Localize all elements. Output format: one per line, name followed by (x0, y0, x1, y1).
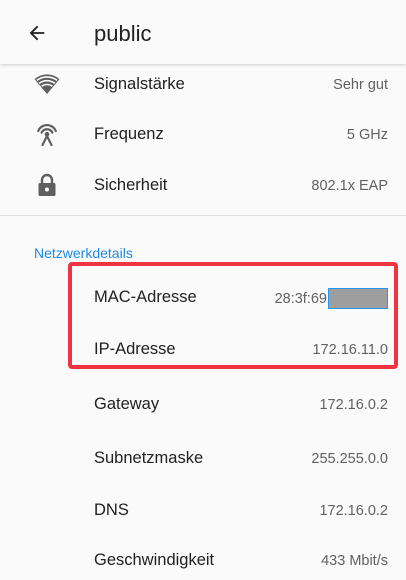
mac-address-text: 28:3f:69 (274, 290, 327, 307)
details-list[interactable]: Signalstärke Sehr gut Frequenz 5 GHz Sic… (0, 64, 406, 580)
signal-strength-row: Signalstärke Sehr gut (0, 65, 406, 105)
security-label: Sicherheit (94, 176, 168, 194)
link-speed-value: 433 Mbit/s (321, 553, 388, 569)
gateway-row: Gateway 172.16.0.2 (0, 385, 406, 425)
frequency-row: Frequenz 5 GHz (0, 115, 406, 155)
gateway-label: Gateway (94, 395, 160, 413)
ip-address-label: IP-Adresse (94, 340, 176, 358)
gateway-value: 172.16.0.2 (319, 397, 388, 413)
frequency-label: Frequenz (94, 125, 164, 143)
redaction-box (328, 288, 388, 309)
arrow-back-icon (29, 25, 45, 41)
signal-strength-value: Sehr gut (333, 77, 388, 93)
dns-row: DNS 172.16.0.2 (0, 491, 406, 531)
app-bar: public (0, 0, 406, 64)
subnet-mask-label: Subnetzmaske (94, 449, 204, 467)
page-title: public (94, 21, 152, 46)
link-speed-row: Geschwindigkeit 433 Mbit/s (0, 541, 406, 580)
frequency-value: 5 GHz (346, 127, 388, 143)
network-details-header: Netzwerkdetails (34, 245, 133, 261)
security-value: 802.1x EAP (311, 178, 388, 194)
lock-icon (34, 172, 60, 198)
link-speed-label: Geschwindigkeit (94, 551, 215, 569)
section-divider (0, 215, 406, 216)
subnet-mask-value: 255.255.0.0 (311, 451, 388, 467)
ip-address-value: 172.16.11.0 (312, 342, 388, 358)
mac-address-label: MAC-Adresse (94, 288, 197, 306)
wifi-signal-icon (34, 71, 60, 97)
back-button[interactable] (22, 18, 52, 48)
wifi-frequency-icon (34, 121, 60, 147)
subnet-mask-row: Subnetzmaske 255.255.0.0 (0, 439, 406, 479)
mac-address-value: 28:3f:69 (275, 288, 388, 309)
dns-label: DNS (94, 501, 129, 519)
signal-strength-label: Signalstärke (94, 75, 185, 93)
wifi-details-screen: public Signalstärke Sehr gut Frequenz 5 … (0, 0, 406, 580)
mac-address-row: MAC-Adresse 28:3f:69 (0, 278, 406, 318)
ip-address-row: IP-Adresse 172.16.11.0 (0, 330, 406, 370)
dns-value: 172.16.0.2 (319, 503, 388, 519)
security-row: Sicherheit 802.1x EAP (0, 166, 406, 206)
